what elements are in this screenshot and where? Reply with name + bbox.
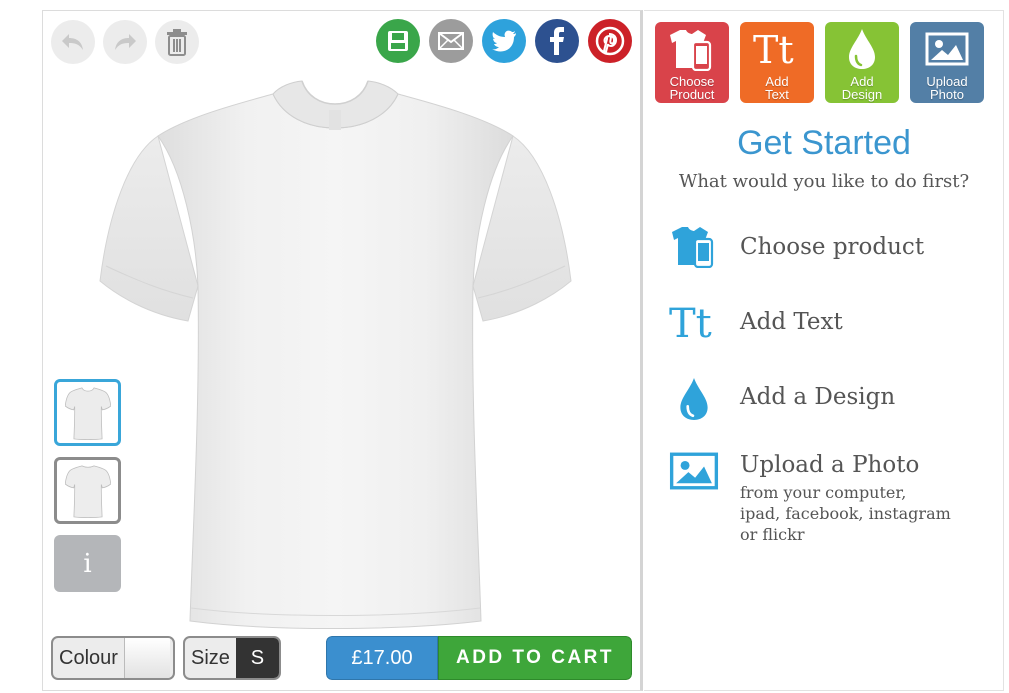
step-upload-photo-title: Upload a Photo <box>740 452 920 478</box>
svg-text:Tt: Tt <box>753 29 794 69</box>
pinterest-icon <box>595 26 625 56</box>
step-choose-product-title: Choose product <box>740 234 925 260</box>
step-add-design-title: Add a Design <box>740 384 896 410</box>
text-tt-icon: Tt <box>753 29 794 69</box>
upload-photo-tile[interactable]: Upload Photo <box>910 22 984 103</box>
colour-selector[interactable]: Colour <box>51 636 175 680</box>
get-started-subtitle: What would you like to do first? <box>678 171 970 192</box>
add-text-tile-label: Add Text <box>765 74 789 102</box>
upload-photo-tile-label: Upload Photo <box>926 74 968 102</box>
redo-icon <box>115 34 136 50</box>
front-view-thumbnail[interactable] <box>54 379 121 446</box>
step-upload-photo[interactable]: Upload a Photo from your computer, ipad,… <box>668 452 951 545</box>
tshirt-front-thumb-icon <box>64 386 111 440</box>
delete-button[interactable] <box>155 20 199 64</box>
email-share-button[interactable] <box>429 19 473 63</box>
colour-label: Colour <box>59 646 118 669</box>
design-canvas: i Colour Size S £17.00 ADD TO CART <box>42 10 643 691</box>
drop-icon <box>680 378 708 420</box>
size-value: S <box>235 638 279 678</box>
tshirt-phone-icon <box>672 227 714 268</box>
floppy-disk-icon <box>388 31 408 51</box>
add-text-tile[interactable]: Tt Add Text <box>740 22 814 103</box>
step-add-text[interactable]: Tt Add Text <box>668 301 843 343</box>
size-selector[interactable]: Size S <box>183 636 281 680</box>
text-tt-icon: Tt <box>669 301 712 343</box>
get-started-title: Get Started <box>737 124 911 162</box>
image-icon <box>925 32 969 65</box>
step-add-design[interactable]: Add a Design <box>668 377 895 421</box>
undo-icon <box>62 34 83 50</box>
twitter-share-button[interactable] <box>482 19 526 63</box>
drop-icon <box>849 28 875 69</box>
save-button[interactable] <box>376 19 420 63</box>
choose-product-tile[interactable]: Choose Product <box>655 22 729 103</box>
size-label: Size <box>191 646 230 669</box>
twitter-bird-icon <box>492 30 516 52</box>
tshirt-preview[interactable] <box>98 76 573 631</box>
pinterest-share-button[interactable] <box>588 19 632 63</box>
choose-product-tile-label: Choose Product <box>669 74 715 102</box>
step-add-text-title: Add Text <box>740 309 843 335</box>
add-to-cart-button[interactable]: ADD TO CART <box>438 636 632 680</box>
add-design-tile-label: Add Design <box>841 74 883 102</box>
facebook-icon <box>550 27 564 55</box>
step-choose-product[interactable]: Choose product <box>668 224 924 268</box>
step-upload-photo-description: from your computer, ipad, facebook, inst… <box>740 483 951 544</box>
cart-group: £17.00 ADD TO CART <box>326 636 632 680</box>
envelope-icon <box>438 32 464 50</box>
tshirt-image <box>99 80 572 629</box>
image-icon <box>669 452 719 490</box>
redo-button[interactable] <box>103 20 147 64</box>
back-view-thumbnail[interactable] <box>54 457 121 524</box>
tshirt-back-thumb-icon <box>64 464 111 518</box>
svg-text:Tt: Tt <box>669 301 712 343</box>
facebook-share-button[interactable] <box>535 19 579 63</box>
add-design-tile[interactable]: Add Design <box>825 22 899 103</box>
colour-swatch <box>123 638 170 678</box>
trash-icon <box>167 29 187 56</box>
info-button[interactable]: i <box>54 535 121 592</box>
undo-button[interactable] <box>51 20 95 64</box>
tools-panel: Choose Product Tt Add Text Add Design Up… <box>644 10 1004 691</box>
tshirt-phone-icon <box>670 29 712 71</box>
price-display: £17.00 <box>326 636 438 680</box>
